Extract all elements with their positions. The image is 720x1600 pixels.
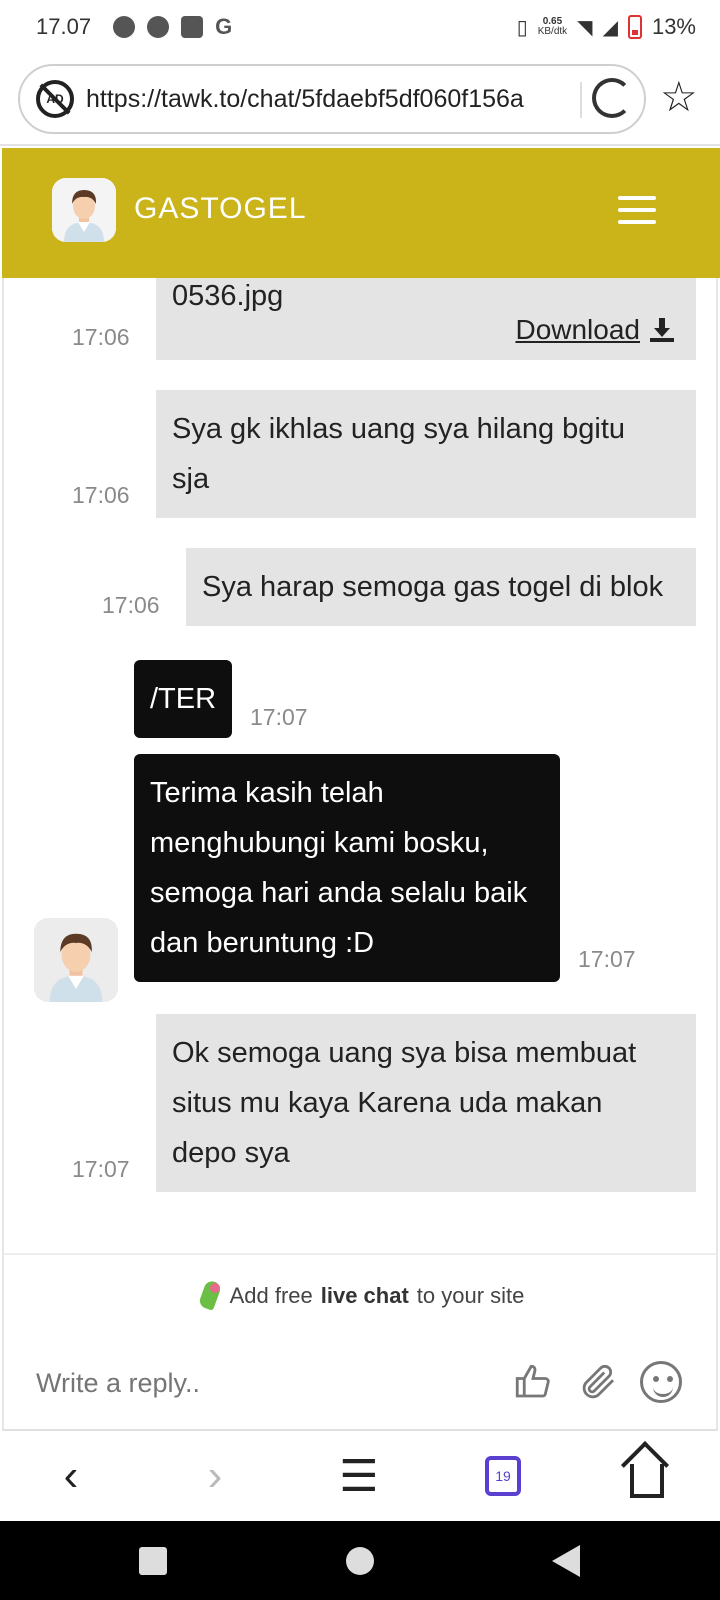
visitor-message: Sya gk ikhlas uang sya hilang bgitu sja [156, 390, 696, 518]
reply-input[interactable] [36, 1367, 466, 1399]
browser-toolbar: AD https://tawk.to/chat/5fdaebf5df060f15… [0, 54, 720, 146]
recent-apps-icon[interactable] [139, 1547, 167, 1575]
like-icon[interactable] [512, 1361, 554, 1403]
download-icon [650, 318, 674, 342]
message-line: situs mu kaya Karena uda makan [172, 1087, 603, 1119]
vibrate-icon: ▯ [516, 16, 528, 39]
status-bar: 17.07 G ▯ 0.65 KB/dtk ◥ ◢ 13% [0, 0, 720, 54]
chat-messages[interactable]: 0536.jpg Download 17:06 Sya gk ikhlas ua… [2, 278, 718, 1253]
messenger-icon [147, 16, 170, 38]
url-text[interactable]: https://tawk.to/chat/5fdaebf5df060f156a [86, 85, 566, 114]
system-home-icon[interactable] [346, 1547, 374, 1575]
file-name: 0536.jpg [172, 280, 284, 312]
download-label: Download [515, 314, 640, 345]
message-time: 17:07 [578, 946, 636, 972]
chat-title: GASTOGEL [134, 192, 307, 225]
message-line: Terima kasih telah [150, 777, 384, 809]
browser-navigation: ‹ › ☰ 19 [0, 1431, 720, 1521]
reply-bar [2, 1337, 718, 1431]
message-line: /TER [150, 683, 217, 715]
message-line: depo sya [172, 1137, 290, 1169]
battery-percent: 13% [651, 14, 696, 39]
message-line: menghubungi kami bosku, [150, 827, 489, 859]
message-line: semoga hari anda selalu baik [150, 877, 528, 909]
battery-icon [627, 15, 642, 39]
adblock-icon[interactable]: AD [36, 80, 74, 118]
status-time: 17.07 [36, 14, 92, 39]
visitor-message-file: 0536.jpg Download [156, 278, 696, 360]
system-back-icon[interactable] [552, 1545, 580, 1577]
home-icon[interactable] [620, 1449, 674, 1503]
wifi-icon: ◥ [577, 16, 593, 39]
emoji-icon[interactable] [640, 1361, 682, 1403]
tabs-icon[interactable]: 19 [476, 1449, 530, 1503]
parrot-icon [196, 1281, 222, 1311]
chrome-icon [113, 16, 136, 38]
tab-count: 19 [485, 1456, 521, 1496]
menu-list-icon[interactable]: ☰ [332, 1449, 386, 1503]
star-icon[interactable]: ☆ [660, 76, 698, 118]
google-icon: G [215, 14, 233, 39]
agent-message: /TER [134, 660, 232, 738]
signal-icon: ◢ [602, 16, 618, 39]
back-icon[interactable]: ‹ [44, 1449, 98, 1503]
message-time: 17:07 [72, 1156, 130, 1182]
reload-icon[interactable] [592, 78, 632, 118]
message-line: Sya gk ikhlas uang sya hilang bgitu [172, 413, 626, 445]
message-line: sja [172, 463, 210, 495]
net-speed: 0.65 KB/dtk [538, 17, 567, 37]
branding-suffix: to your site [416, 1283, 525, 1308]
url-divider [580, 82, 582, 118]
agent-avatar-header [52, 178, 116, 242]
net-speed-unit: KB/dtk [537, 26, 568, 37]
address-bar[interactable]: AD https://tawk.to/chat/5fdaebf5df060f15… [18, 64, 646, 134]
message-time: 17:07 [250, 704, 308, 730]
message-time: 17:06 [72, 324, 130, 350]
mail-icon [181, 16, 204, 38]
download-link[interactable]: Download [515, 312, 674, 348]
message-line: Sya harap semoga gas togel di blok [202, 571, 664, 603]
branding-prefix: Add free [229, 1283, 313, 1308]
chat-header: GASTOGEL [2, 148, 720, 278]
tawk-branding[interactable]: Add free live chat to your site [2, 1253, 718, 1337]
agent-message: Terima kasih telah menghubungi kami bosk… [134, 754, 560, 982]
attach-icon[interactable] [578, 1361, 620, 1403]
branding-bold: live chat [320, 1283, 409, 1308]
message-line: Ok semoga uang sya bisa membuat [172, 1037, 637, 1069]
visitor-message: Ok semoga uang sya bisa membuat situs mu… [156, 1014, 696, 1192]
message-time: 17:06 [102, 592, 160, 618]
message-time: 17:06 [72, 482, 130, 508]
menu-icon[interactable] [618, 196, 656, 224]
message-line: dan beruntung :D [150, 927, 375, 959]
forward-icon[interactable]: › [188, 1449, 242, 1503]
system-navigation [0, 1521, 720, 1600]
visitor-message: Sya harap semoga gas togel di blok [186, 548, 696, 626]
agent-avatar [34, 918, 118, 1002]
